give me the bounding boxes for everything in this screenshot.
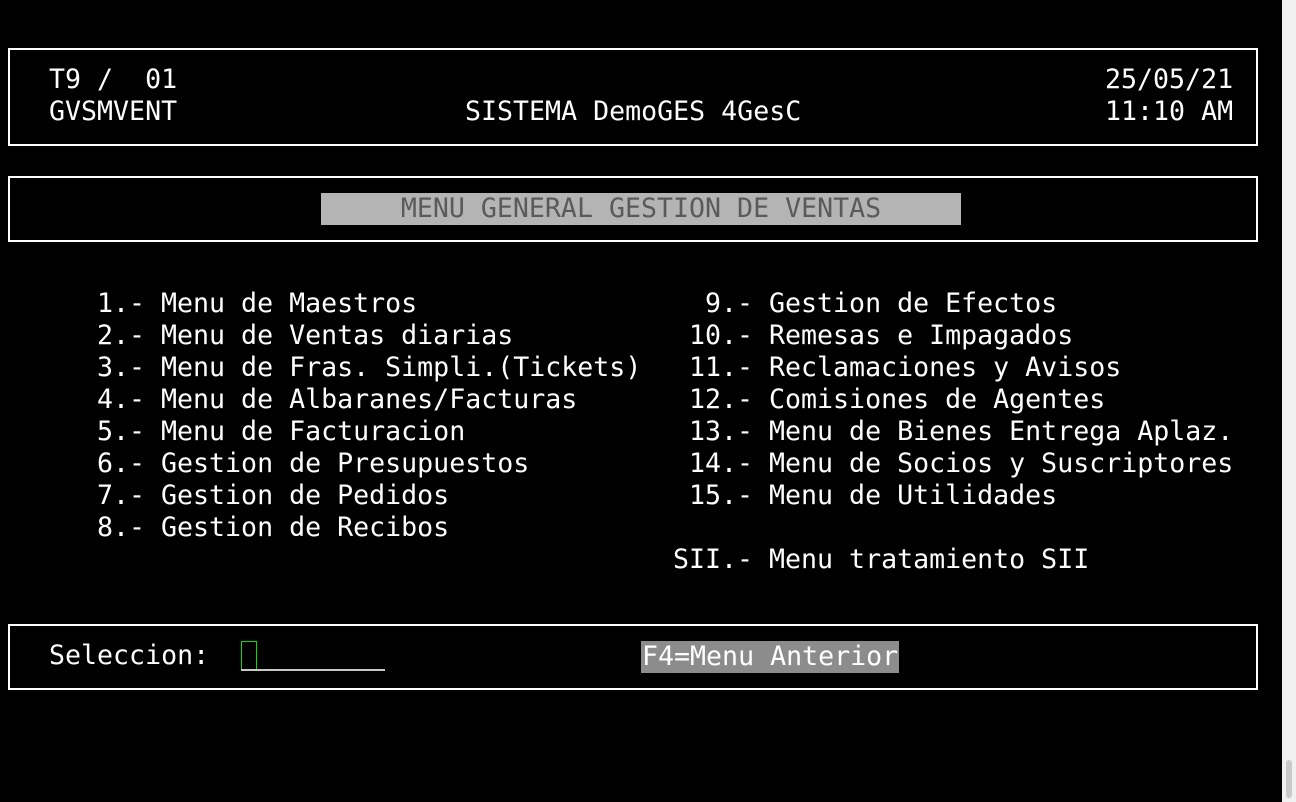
vertical-scrollbar[interactable] [1282,0,1296,802]
menu-item-14-label[interactable]: Menu de Socios y Suscriptores [769,448,1233,480]
menu-item-11-number[interactable]: 11.- [689,352,753,384]
menu-item-sii-label[interactable]: Menu tratamiento SII [769,544,1089,576]
program-name: GVSMVENT [49,96,178,127]
scrollbar-thumb[interactable] [1286,760,1292,798]
selection-label: Seleccion: [49,640,210,671]
menu-item-10-number[interactable]: 10.- [689,320,753,352]
menu-item-5-label[interactable]: Menu de Facturacion [161,416,465,448]
menu-item-2-label[interactable]: Menu de Ventas diarias [161,320,513,352]
menu-item-14-number[interactable]: 14.- [689,448,753,480]
menu-item-12-number[interactable]: 12.- [689,384,753,416]
menu-item-15-label[interactable]: Menu de Utilidades [769,480,1057,512]
menu-item-3-label[interactable]: Menu de Fras. Simpli.(Tickets) [161,352,641,384]
menu-item-8-number[interactable]: 8.- [97,512,145,544]
text-cursor [241,641,257,671]
time: 11:10 AM [1105,96,1234,127]
menu-item-1-label[interactable]: Menu de Maestros [161,288,417,320]
menu-item-7-number[interactable]: 7.- [97,480,145,512]
menu-item-15-number[interactable]: 15.- [689,480,753,512]
date: 25/05/21 [1105,64,1234,95]
menu-item-5-number[interactable]: 5.- [97,416,145,448]
selection-input-underline [241,669,385,671]
menu-item-4-number[interactable]: 4.- [97,384,145,416]
menu-item-3-number[interactable]: 3.- [97,352,145,384]
menu-item-12-label[interactable]: Comisiones de Agentes [769,384,1105,416]
menu-item-sii-number[interactable]: SII.- [673,544,753,576]
menu-item-9-label[interactable]: Gestion de Efectos [769,288,1057,320]
f4-previous-menu-key[interactable]: F4=Menu Anterior [641,641,900,673]
menu-title: MENU GENERAL GESTION DE VENTAS [321,193,961,225]
menu-item-6-number[interactable]: 6.- [97,448,145,480]
terminal-id: T9 / 01 [49,64,178,95]
menu-item-4-label[interactable]: Menu de Albaranes/Facturas [161,384,577,416]
menu-item-8-label[interactable]: Gestion de Recibos [161,512,449,544]
menu-item-10-label[interactable]: Remesas e Impagados [769,320,1073,352]
menu-item-9-number[interactable]: 9.- [705,288,753,320]
terminal-screen: T9 / 01 GVSMVENT SISTEMA DemoGES 4GesC 2… [0,0,1282,802]
menu-item-6-label[interactable]: Gestion de Presupuestos [161,448,529,480]
selection-input[interactable] [241,640,385,672]
system-name: SISTEMA DemoGES 4GesC [465,96,802,127]
menu-item-1-number[interactable]: 1.- [97,288,145,320]
menu-item-11-label[interactable]: Reclamaciones y Avisos [769,352,1121,384]
menu-item-13-label[interactable]: Menu de Bienes Entrega Aplaz. [769,416,1233,448]
menu-item-2-number[interactable]: 2.- [97,320,145,352]
menu-item-7-label[interactable]: Gestion de Pedidos [161,480,449,512]
menu-item-13-number[interactable]: 13.- [689,416,753,448]
